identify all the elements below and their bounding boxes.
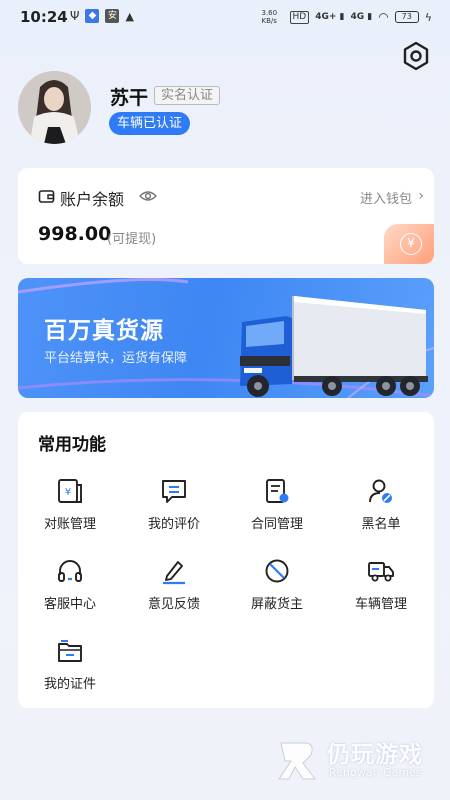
status-time: 10:24 (20, 8, 68, 26)
function-customer-service[interactable]: 客服中心 (25, 557, 115, 619)
balance-note: (可提现) (107, 232, 157, 247)
avatar-image (18, 71, 91, 144)
status-bar: 10:24 Ψ ◆ 安 ▲ 3.60 KB/s HD 4G+ ▮ 4G ▮ ◠ … (0, 0, 450, 34)
function-ledger[interactable]: ¥ 对账管理 (25, 477, 115, 539)
banner-title: 百万真货源 (44, 318, 164, 344)
chevron-right-icon: › (418, 188, 424, 204)
signal-icon: 4G ▮ (350, 12, 373, 22)
pen-icon (163, 561, 185, 585)
function-label: 合同管理 (250, 517, 303, 532)
contract-icon (266, 479, 289, 503)
function-vehicle-management[interactable]: 车辆管理 (336, 557, 426, 619)
warning-icon: ▲ (125, 9, 134, 23)
function-label: 意见反馈 (147, 597, 200, 612)
function-feedback[interactable]: 意见反馈 (129, 557, 219, 619)
eye-icon[interactable] (139, 189, 157, 203)
function-label: 客服中心 (43, 597, 96, 612)
promo-banner[interactable]: 百万真货源 平台结算快，运货有保障 (18, 278, 434, 398)
vehicle-verified-badge: 车辆已认证 (109, 112, 191, 135)
yuan-coin-icon: ¥ (400, 233, 422, 255)
truck-icon (368, 562, 394, 582)
function-label: 车辆管理 (354, 597, 407, 612)
function-label: 对账管理 (43, 517, 96, 532)
folder-icon (58, 640, 82, 662)
wallet-icon (38, 190, 55, 203)
realname-verify-tag[interactable]: 实名认证 (154, 86, 221, 105)
banner-subtitle: 平台结算快，运货有保障 (44, 351, 188, 366)
battery-icon: 73 (394, 11, 419, 23)
profile-name: 苏干 (110, 87, 149, 109)
net-speed: 3.60 KB/s (261, 9, 278, 25)
function-label: 屏蔽货主 (250, 597, 303, 612)
hd-icon: HD (289, 10, 310, 24)
blacklist-icon (369, 479, 392, 503)
function-label: 我的证件 (43, 677, 96, 692)
status-notification-icons: Ψ ◆ 安 ▲ (70, 9, 134, 23)
app-notification-icon: ◆ (85, 9, 100, 23)
charging-icon: ϟ (424, 10, 432, 24)
comment-icon (162, 480, 186, 503)
avatar[interactable] (18, 71, 91, 144)
usb-icon: Ψ (70, 9, 80, 23)
balance-card[interactable]: 账户余额 进入钱包 › 998.00 (可提现) ¥ (18, 168, 434, 264)
signal-icon: 4G+ ▮ (315, 12, 345, 22)
wifi-icon: ◠ (378, 10, 389, 24)
balance-amount: 998.00 (38, 223, 112, 245)
function-block-shipper[interactable]: 屏蔽货主 (232, 557, 322, 619)
app-notification-icon: 安 (105, 9, 120, 23)
svg-text:¥: ¥ (65, 487, 71, 498)
watermark: 仍玩游戏 Rengwan Games (275, 735, 435, 785)
headset-icon (58, 560, 82, 582)
function-label: 黑名单 (361, 517, 401, 532)
watermark-logo-icon (278, 742, 316, 780)
status-system-icons: 3.60 KB/s HD 4G+ ▮ 4G ▮ ◠ 73 ϟ (262, 9, 433, 25)
ledger-icon: ¥ (58, 479, 82, 503)
function-documents[interactable]: 我的证件 (25, 637, 115, 699)
settings-button[interactable] (400, 40, 432, 72)
coin-decoration: ¥ (384, 224, 434, 264)
function-label: 我的评价 (147, 517, 200, 532)
function-reviews[interactable]: 我的评价 (129, 477, 219, 539)
functions-title: 常用功能 (38, 435, 106, 455)
watermark-text-en: Rengwan Games (329, 766, 422, 779)
common-functions-card: 常用功能 ¥ 对账管理 我的评价 合同管理 黑名单 客服中心 意见反馈 屏蔽货主… (18, 412, 434, 708)
truck-illustration (240, 296, 428, 397)
block-icon (265, 559, 289, 583)
settings-icon (403, 41, 429, 71)
function-contracts[interactable]: 合同管理 (232, 477, 322, 539)
watermark-text-cn: 仍玩游戏 (327, 742, 423, 768)
function-blacklist[interactable]: 黑名单 (336, 477, 426, 539)
enter-wallet-link[interactable]: 进入钱包 (360, 188, 412, 207)
balance-title: 账户余额 (60, 190, 125, 209)
